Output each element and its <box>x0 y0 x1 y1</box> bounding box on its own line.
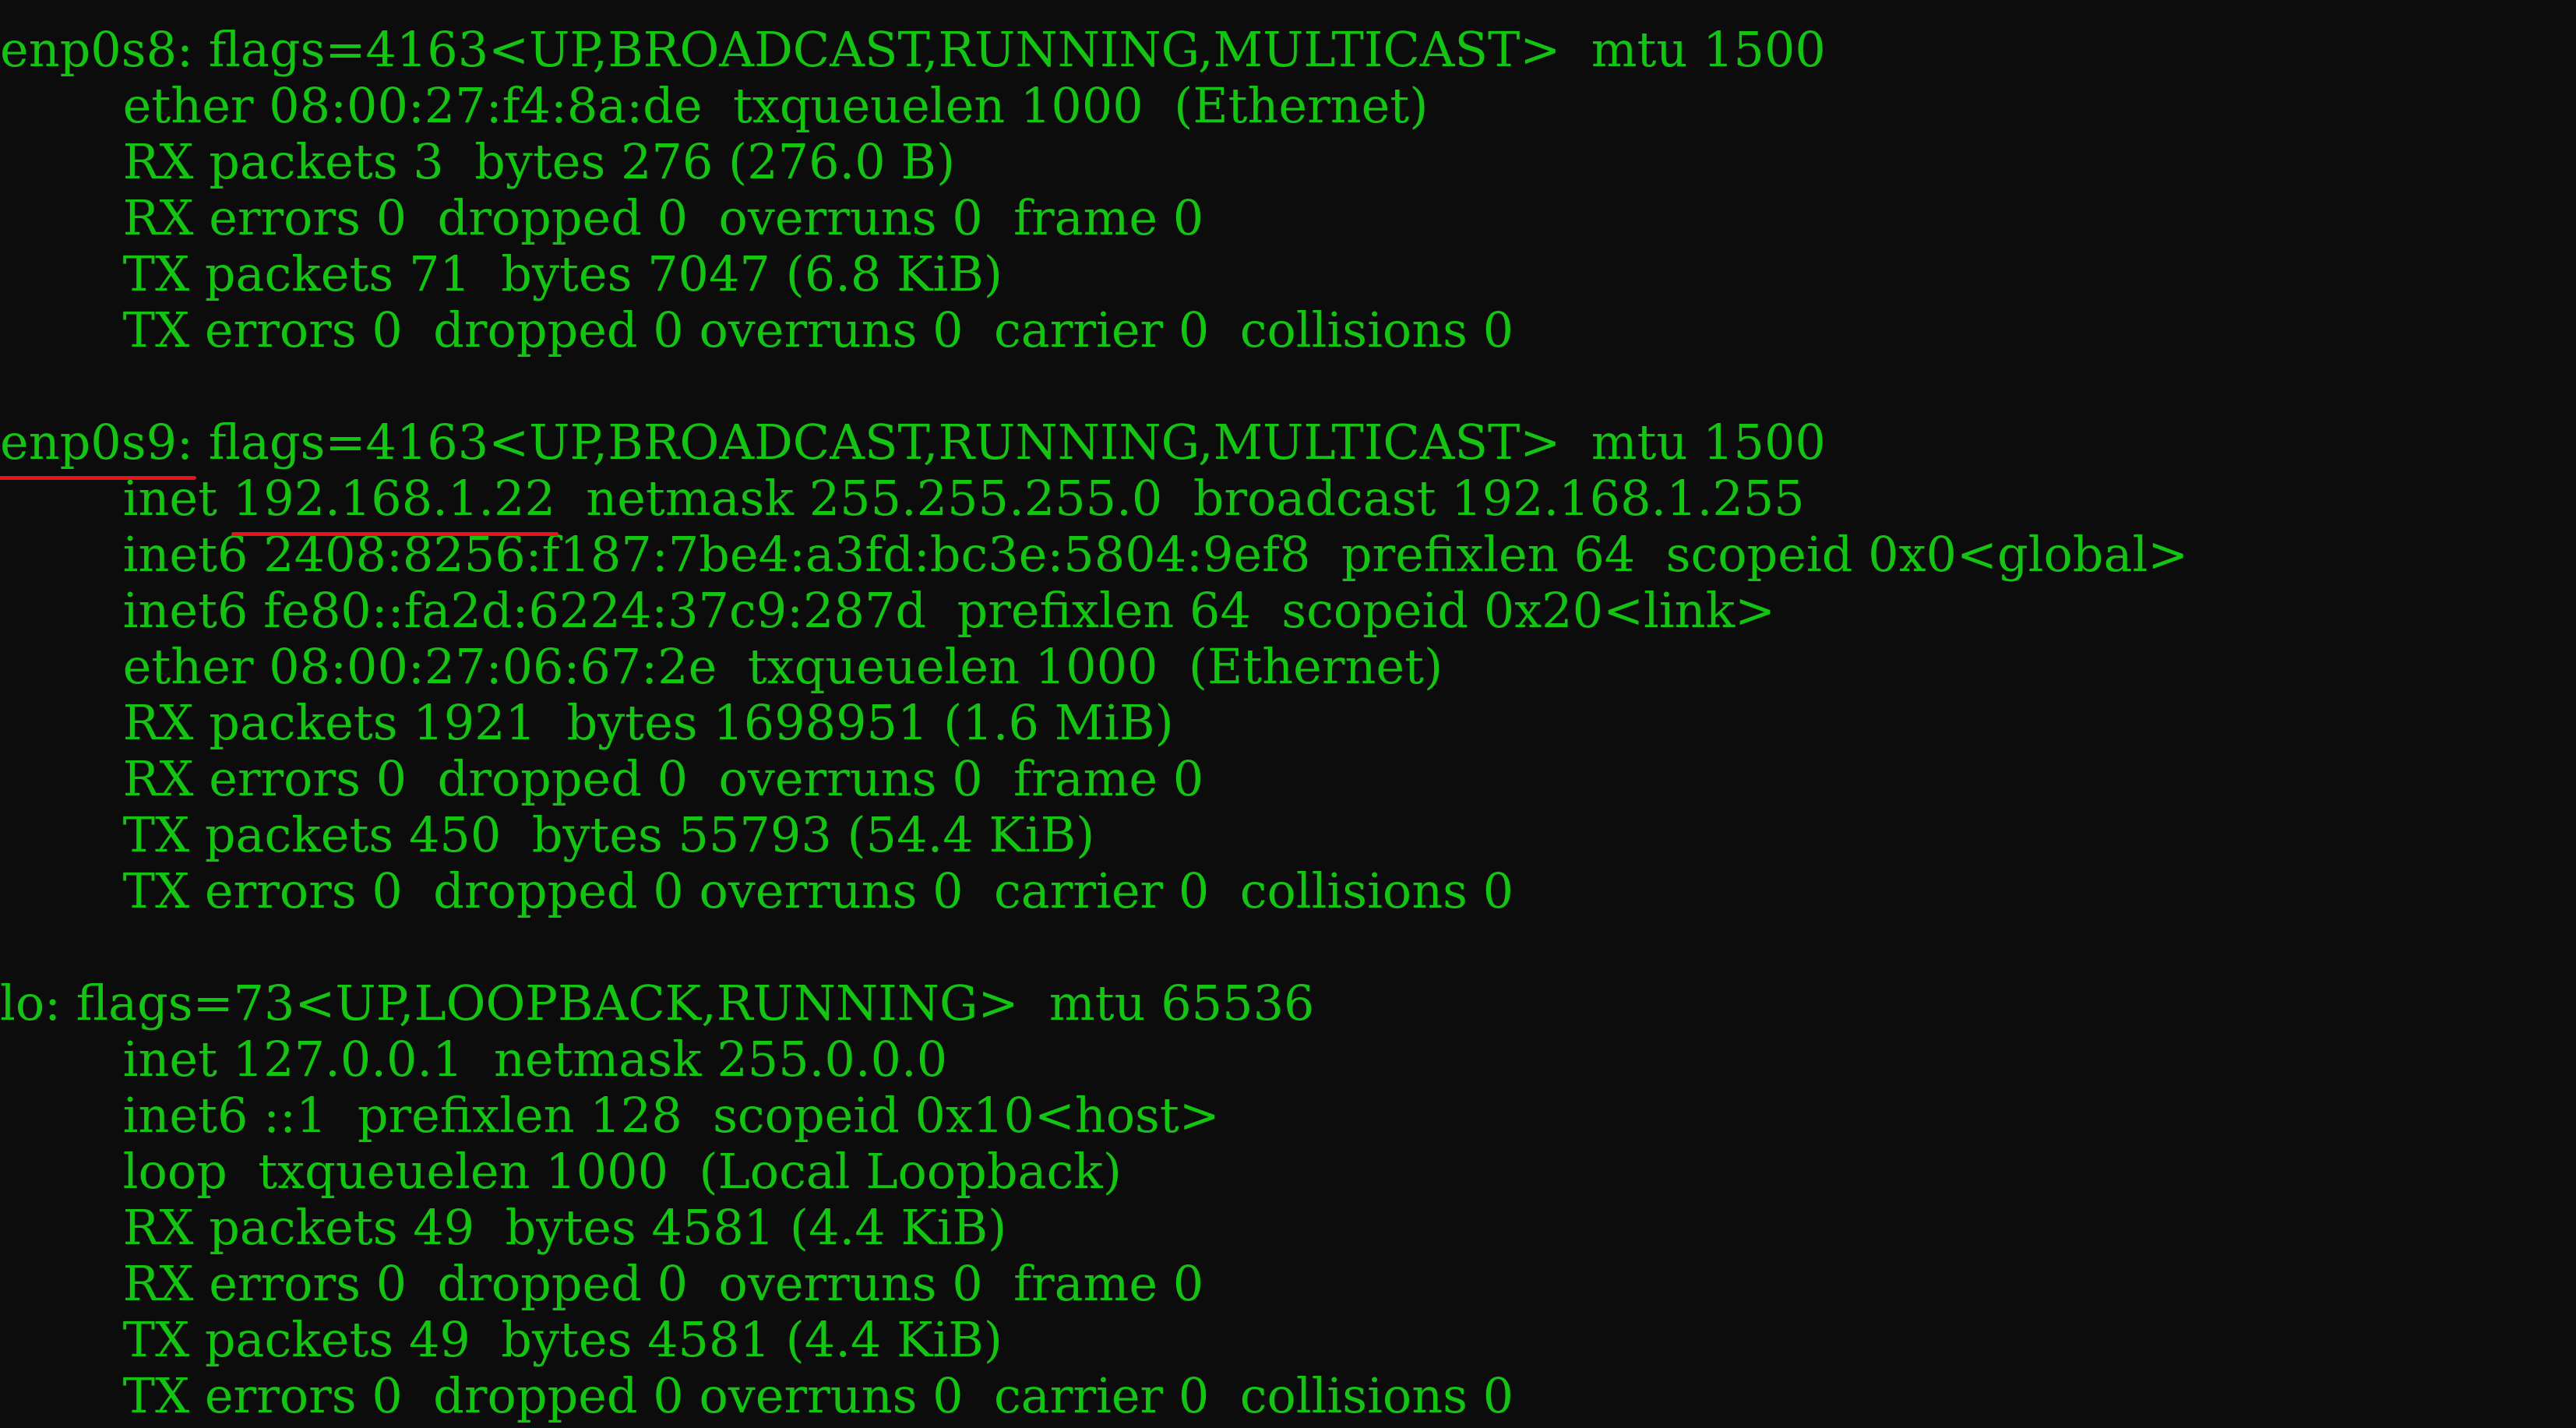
enp0s9-rx-errors-line: RX errors 0 dropped 0 overruns 0 frame 0 <box>0 750 1204 807</box>
lo-tx-errors-line: TX errors 0 dropped 0 overruns 0 carrier… <box>0 1367 1514 1424</box>
enp0s9-inet6-link-line: inet6 fe80::fa2d:6224:37c9:287d prefixle… <box>0 582 1776 639</box>
highlighted-ip-address: 192.168.1.22 <box>232 470 555 527</box>
enp0s8-ether-line: ether 08:00:27:f4:8a:de txqueuelen 1000 … <box>0 77 1429 134</box>
lo-inet-line: inet 127.0.0.1 netmask 255.0.0.0 <box>0 1031 948 1088</box>
enp0s9-ether-line: ether 08:00:27:06:67:2e txqueuelen 1000 … <box>0 638 1443 695</box>
highlighted-interface-name: enp0s9: <box>0 414 193 471</box>
ifconfig-output: enp0s8: flags=4163<UP,BROADCAST,RUNNING,… <box>0 22 2188 1424</box>
enp0s9-rx-packets-line: RX packets 1921 bytes 1698951 (1.6 MiB) <box>0 694 1174 751</box>
enp0s8-tx-packets-line: TX packets 71 bytes 7047 (6.8 KiB) <box>0 245 1003 302</box>
enp0s8-rx-errors-line: RX errors 0 dropped 0 overruns 0 frame 0 <box>0 189 1204 246</box>
lo-inet6-line: inet6 ::1 prefixlen 128 scopeid 0x10<hos… <box>0 1087 1220 1144</box>
enp0s8-tx-errors-line: TX errors 0 dropped 0 overruns 0 carrier… <box>0 301 1514 358</box>
iface-header-enp0s9: enp0s9: flags=4163<UP,BROADCAST,RUNNING,… <box>0 414 2188 471</box>
lo-tx-packets-line: TX packets 49 bytes 4581 (4.4 KiB) <box>0 1311 1003 1368</box>
enp0s9-inet-line: inet 192.168.1.22 netmask 255.255.255.0 … <box>0 471 2188 527</box>
terminal-window[interactable]: enp0s8: flags=4163<UP,BROADCAST,RUNNING,… <box>0 0 2576 1428</box>
iface-header-enp0s8: enp0s8: flags=4163<UP,BROADCAST,RUNNING,… <box>0 21 1826 78</box>
lo-loop-line: loop txqueuelen 1000 (Local Loopback) <box>0 1143 1122 1200</box>
line-rest: netmask 255.255.255.0 broadcast 192.168.… <box>555 470 1805 527</box>
enp0s9-tx-packets-line: TX packets 450 bytes 55793 (54.4 KiB) <box>0 806 1095 863</box>
enp0s9-tx-errors-line: TX errors 0 dropped 0 overruns 0 carrier… <box>0 862 1514 919</box>
enp0s8-rx-packets-line: RX packets 3 bytes 276 (276.0 B) <box>0 133 956 190</box>
line-rest: flags=4163<UP,BROADCAST,RUNNING,MULTICAS… <box>192 414 1826 471</box>
lo-rx-errors-line: RX errors 0 dropped 0 overruns 0 frame 0 <box>0 1255 1204 1312</box>
iface-header-lo: lo: flags=73<UP,LOOPBACK,RUNNING> mtu 65… <box>0 975 1315 1031</box>
lo-rx-packets-line: RX packets 49 bytes 4581 (4.4 KiB) <box>0 1199 1007 1256</box>
